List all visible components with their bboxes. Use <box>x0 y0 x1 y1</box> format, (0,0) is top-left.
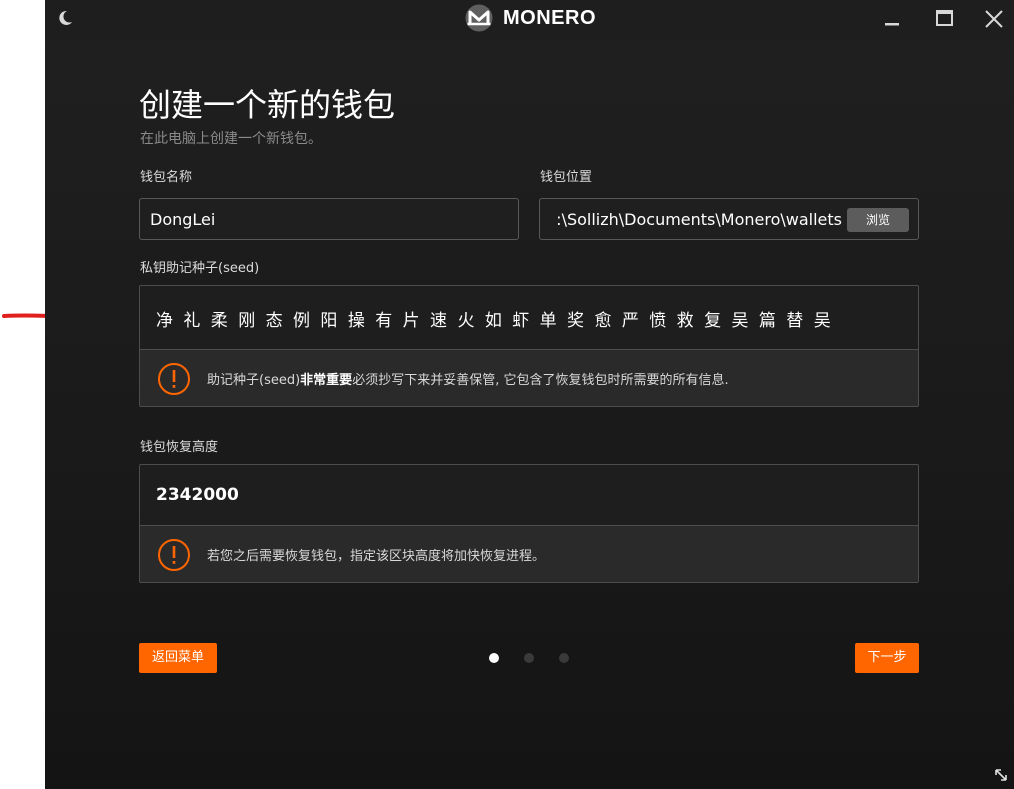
browse-button[interactable]: 浏览 <box>847 208 909 232</box>
brand: MONERO <box>465 4 596 32</box>
brand-name: MONERO <box>503 6 596 29</box>
restore-height-value: 2342000 <box>156 485 239 505</box>
wallet-name-input[interactable] <box>139 198 519 240</box>
next-step-button[interactable]: 下一步 <box>855 643 919 673</box>
restore-height-label: 钱包恢复高度 <box>140 440 219 455</box>
wallet-name-label: 钱包名称 <box>140 170 193 185</box>
resize-icon[interactable] <box>993 767 1009 783</box>
seed-display: 净 礼 柔 刚 态 例 阳 操 有 片 速 火 如 虾 单 奖 愈 严 愤 救 … <box>140 286 918 350</box>
wallet-location-label: 钱包位置 <box>540 170 593 185</box>
monero-logo-icon <box>465 4 493 32</box>
maximize-icon[interactable] <box>931 6 957 32</box>
warning-icon <box>158 363 190 395</box>
wallet-location-field[interactable]: :\Sollizh\Documents\Monero\wallets 浏览 <box>539 198 919 240</box>
seed-panel: 净 礼 柔 刚 态 例 阳 操 有 片 速 火 如 虾 单 奖 愈 严 愤 救 … <box>139 285 919 407</box>
seed-label: 私钥助记种子(seed) <box>140 261 260 276</box>
moon-icon[interactable] <box>55 8 75 28</box>
title-bar: MONERO <box>45 0 1014 40</box>
wallet-location-value[interactable]: :\Sollizh\Documents\Monero\wallets <box>556 210 842 229</box>
minimize-icon[interactable] <box>879 6 905 32</box>
restore-height-warning: 若您之后需要恢复钱包，指定该区块高度将加快恢复进程。 <box>140 525 918 582</box>
page-subtitle: 在此电脑上创建一个新钱包。 <box>140 131 322 147</box>
seed-warning: 助记种子(seed)非常重要必须抄写下来并妥善保管, 它包含了恢复钱包时所需要的… <box>140 349 918 406</box>
step-dot-3[interactable] <box>559 653 569 663</box>
step-dot-2[interactable] <box>524 653 534 663</box>
warning-icon <box>158 539 190 571</box>
restore-height-display: 2342000 <box>140 465 918 526</box>
close-icon[interactable] <box>981 6 1007 32</box>
seed-warning-text: 助记种子(seed)非常重要必须抄写下来并妥善保管, 它包含了恢复钱包时所需要的… <box>207 373 729 388</box>
seed-words: 净 礼 柔 刚 态 例 阳 操 有 片 速 火 如 虾 单 奖 愈 严 愤 救 … <box>156 311 834 331</box>
back-to-menu-button[interactable]: 返回菜单 <box>139 643 217 673</box>
restore-height-panel: 2342000 若您之后需要恢复钱包，指定该区块高度将加快恢复进程。 <box>139 464 919 583</box>
page-title: 创建一个新的钱包 <box>139 86 396 124</box>
step-indicator <box>489 653 569 663</box>
monero-wallet-window: MONERO 创建一个新的钱包 在此电脑上创建一个新钱包。 钱包名称 钱包位置 … <box>45 0 1014 789</box>
restore-height-warning-text: 若您之后需要恢复钱包，指定该区块高度将加快恢复进程。 <box>207 549 546 564</box>
step-dot-1[interactable] <box>489 653 499 663</box>
